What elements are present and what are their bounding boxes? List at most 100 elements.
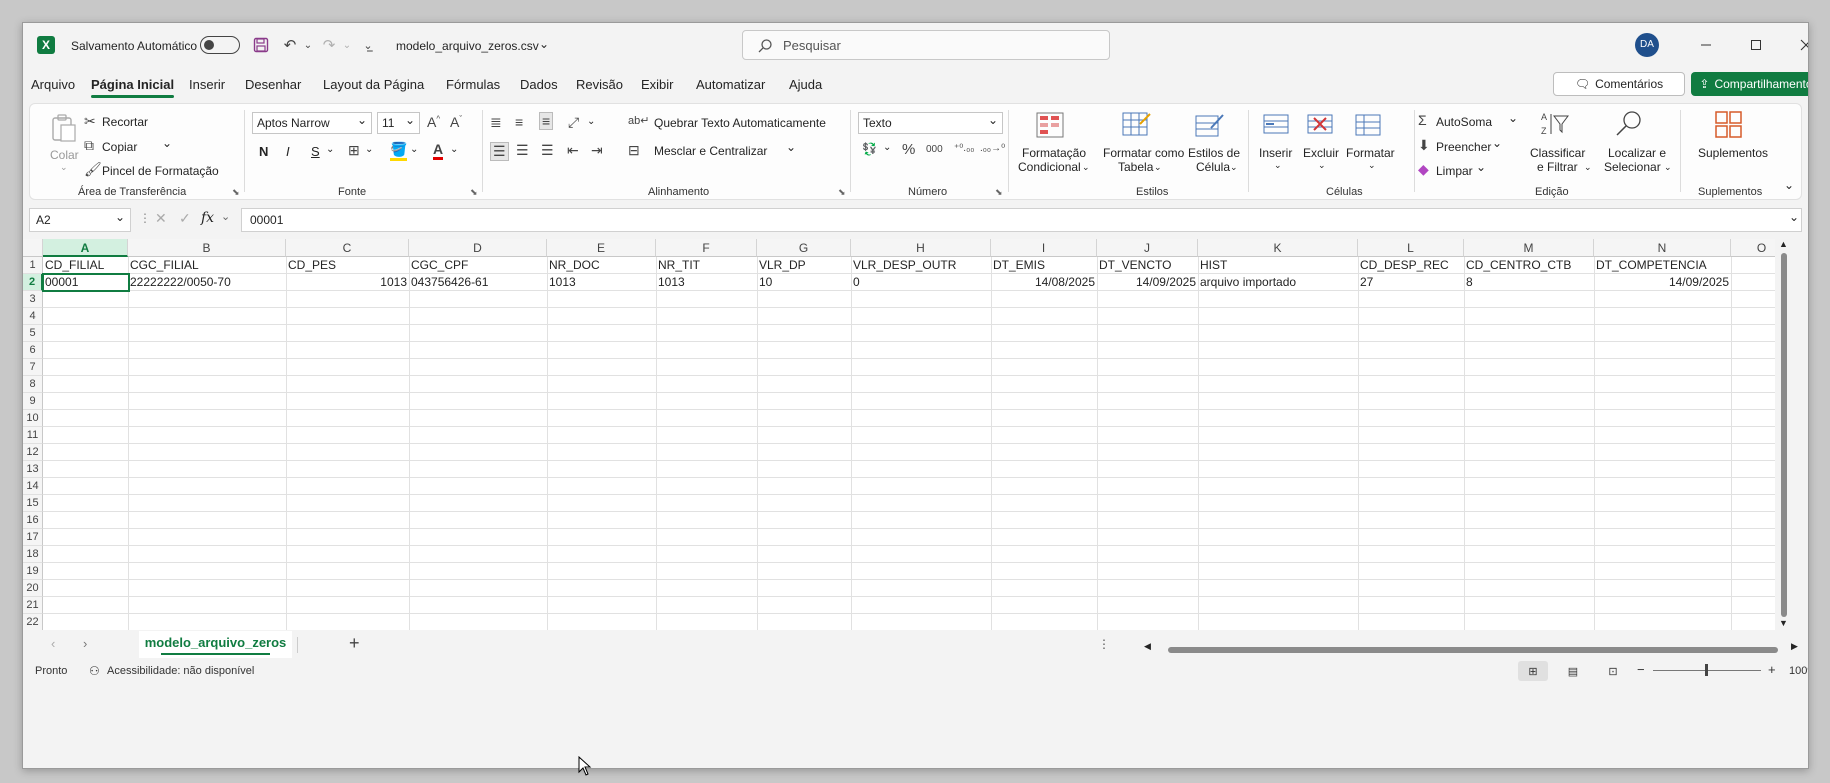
cell-g2[interactable]: 10 — [757, 274, 851, 291]
minimize-icon[interactable] — [1691, 32, 1721, 58]
wrap-text-icon[interactable]: ab↵ — [628, 114, 649, 127]
cell-b1[interactable]: CGC_FILIAL — [128, 257, 286, 274]
percent-icon[interactable]: % — [902, 141, 915, 158]
tab-exibir[interactable]: Exibir — [641, 77, 674, 92]
maximize-icon[interactable] — [1741, 32, 1771, 58]
tab-layout-da-pagina[interactable]: Layout da Página — [323, 77, 424, 92]
accounting-format-icon[interactable]: 💱 — [862, 142, 877, 156]
conditional-formatting-icon[interactable] — [1036, 112, 1064, 138]
row-header[interactable]: 15 — [23, 495, 43, 512]
select-all-corner[interactable] — [23, 239, 43, 257]
scroll-right-icon[interactable]: ▶ — [1791, 641, 1798, 652]
clipboard-launcher-icon[interactable]: ⬊ — [232, 187, 240, 198]
tab-ajuda[interactable]: Ajuda — [789, 77, 822, 92]
scrollbar-thumb[interactable] — [1168, 647, 1778, 653]
format-as-table-label-1[interactable]: Formatar como — [1103, 146, 1184, 160]
number-format-dropdown[interactable]: Texto — [858, 112, 1003, 134]
column-header-a[interactable]: A — [43, 239, 128, 257]
format-as-table-label-2[interactable]: Tabela — [1118, 160, 1153, 174]
cell-m2[interactable]: 8 — [1464, 274, 1594, 291]
row-header[interactable]: 14 — [23, 478, 43, 495]
previous-sheet-icon[interactable]: ‹ — [51, 636, 55, 651]
row-header[interactable]: 12 — [23, 444, 43, 461]
horizontal-scrollbar[interactable]: ◀ ▶ — [1144, 641, 1798, 655]
format-as-table-icon[interactable] — [1122, 112, 1151, 138]
page-break-view-icon[interactable]: ⊡ — [1598, 661, 1628, 681]
row-header[interactable]: 19 — [23, 563, 43, 580]
paste-label[interactable]: Colar — [50, 148, 79, 162]
find-select-label-1[interactable]: Localizar e — [1608, 146, 1666, 160]
fill-dropdown-icon[interactable]: ⌄ — [1492, 136, 1502, 150]
scrollbar-thumb[interactable] — [1781, 253, 1787, 617]
zoom-level[interactable]: 100% — [1789, 665, 1808, 677]
autosum-icon[interactable]: Σ — [1418, 112, 1427, 128]
merge-dropdown-icon[interactable]: ⌄ — [786, 140, 796, 154]
merge-center-icon[interactable]: ⊟ — [628, 142, 640, 159]
accessibility-icon[interactable]: ⚇ — [89, 664, 100, 678]
row-header[interactable]: 9 — [23, 393, 43, 410]
font-color-icon[interactable]: A — [433, 141, 444, 160]
format-painter-icon[interactable]: 🖌 — [84, 161, 102, 178]
bold-button[interactable]: N — [259, 144, 268, 159]
clear-icon[interactable]: ◆ — [1418, 161, 1429, 178]
scroll-down-icon[interactable]: ▼ — [1779, 618, 1788, 628]
wrap-text-button[interactable]: Quebrar Texto Automaticamente — [654, 116, 826, 130]
cell-m1[interactable]: CD_CENTRO_CTB — [1464, 257, 1594, 274]
format-painter-button[interactable]: Pincel de Formatação — [102, 164, 219, 178]
scroll-left-icon[interactable]: ◀ — [1144, 641, 1151, 652]
conditional-formatting-label-1[interactable]: Formatação — [1022, 146, 1086, 160]
format-dropdown-icon[interactable]: ⌄ — [1368, 160, 1376, 171]
cell-styles-label-2[interactable]: Célula — [1196, 160, 1230, 174]
cell-e2[interactable]: 1013 — [547, 274, 656, 291]
column-header-i[interactable]: I — [991, 239, 1097, 257]
sort-filter-icon[interactable]: AZ — [1540, 110, 1569, 136]
sort-filter-label-2[interactable]: e Filtrar — [1537, 160, 1578, 174]
cell-j2[interactable]: 14/09/2025 — [1097, 274, 1198, 291]
delete-cells-icon[interactable] — [1306, 112, 1334, 138]
font-size-dropdown[interactable]: 11 — [377, 112, 420, 134]
cell-d1[interactable]: CGC_CPF — [409, 257, 547, 274]
sort-filter-label-1[interactable]: Classificar — [1530, 146, 1585, 160]
save-icon[interactable] — [250, 34, 272, 56]
align-bottom-icon[interactable]: ≡ — [539, 112, 554, 130]
decrease-font-icon[interactable]: Aˇ — [450, 114, 462, 130]
cell-l2[interactable]: 27 — [1358, 274, 1464, 291]
copy-button[interactable]: Copiar — [102, 140, 137, 154]
row-header[interactable]: 5 — [23, 325, 43, 342]
row-header[interactable]: 17 — [23, 529, 43, 546]
find-select-label-2[interactable]: Selecionar — [1604, 160, 1661, 174]
cell-d2[interactable]: 043756426-61 — [409, 274, 547, 291]
cell-a1[interactable]: CD_FILIAL — [43, 257, 128, 274]
fill-icon[interactable]: ⬇ — [1418, 137, 1430, 154]
conditional-dropdown-icon[interactable]: ⌄ — [1082, 162, 1090, 173]
add-sheet-button[interactable]: + — [349, 633, 360, 654]
row-header[interactable]: 21 — [23, 597, 43, 614]
avatar[interactable]: DA — [1635, 33, 1659, 57]
more-icon[interactable]: ⋮ — [1098, 637, 1110, 651]
decrease-indent-icon[interactable]: ⇤ — [567, 142, 579, 159]
increase-decimal-icon[interactable]: ⁺⁰.₀₀ — [954, 143, 974, 154]
cell-h1[interactable]: VLR_DESP_OUTR — [851, 257, 991, 274]
accounting-dropdown-icon[interactable]: ⌄ — [883, 142, 891, 153]
cell-n1[interactable]: DT_COMPETENCIA — [1594, 257, 1731, 274]
cell-k1[interactable]: HIST — [1198, 257, 1358, 274]
fx-dropdown-icon[interactable]: ⌄ — [221, 210, 230, 223]
orientation-dropdown-icon[interactable]: ⌄ — [587, 116, 595, 127]
cell-c2[interactable]: 1013 — [286, 274, 409, 291]
cell-l1[interactable]: CD_DESP_REC — [1358, 257, 1464, 274]
autosum-dropdown-icon[interactable]: ⌄ — [1508, 111, 1518, 125]
insert-dropdown-icon[interactable]: ⌄ — [1274, 160, 1282, 171]
align-center-icon[interactable]: ☰ — [516, 142, 529, 159]
row-header[interactable]: 3 — [23, 291, 43, 308]
paste-dropdown-icon[interactable]: ⌄ — [60, 162, 68, 173]
cell-f2[interactable]: 1013 — [656, 274, 757, 291]
sort-filter-dropdown-icon[interactable]: ⌄ — [1584, 162, 1592, 173]
more-icon[interactable]: ⋮ — [139, 211, 151, 225]
tab-desenhar[interactable]: Desenhar — [245, 77, 301, 92]
cell-e1[interactable]: NR_DOC — [547, 257, 656, 274]
column-header-h[interactable]: H — [851, 239, 991, 257]
next-sheet-icon[interactable]: › — [83, 636, 87, 651]
copy-dropdown-icon[interactable]: ⌄ — [162, 136, 172, 150]
column-header-b[interactable]: B — [128, 239, 286, 257]
underline-button[interactable]: S — [311, 144, 320, 159]
